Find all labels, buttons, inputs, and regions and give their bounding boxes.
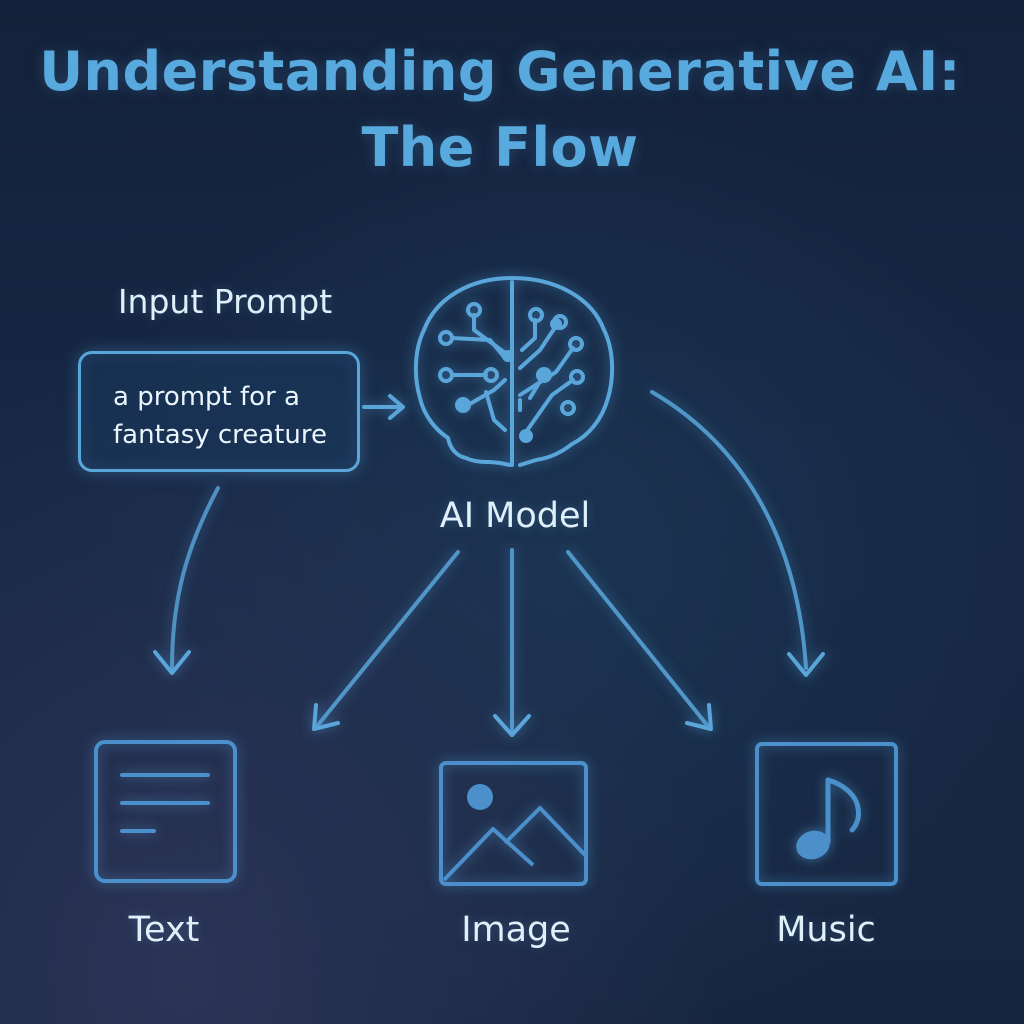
arrow-model-to-music — [650, 390, 825, 677]
music-note-icon — [755, 742, 898, 886]
text-document-icon — [94, 740, 237, 883]
image-icon — [439, 761, 588, 886]
output-label-text: Text — [128, 910, 200, 950]
brain-circuit-icon — [413, 276, 615, 467]
arrow-model-to-image — [493, 548, 531, 737]
arrow-prompt-to-text — [153, 486, 220, 675]
output-label-music: Music — [776, 910, 876, 950]
image-icon-sun — [467, 784, 493, 810]
arrow-prompt-to-model — [362, 394, 405, 420]
arrow-model-to-left — [312, 550, 460, 731]
arrow-model-to-right — [566, 550, 713, 731]
ai-model-label: AI Model — [439, 496, 591, 536]
output-label-image: Image — [461, 910, 571, 950]
